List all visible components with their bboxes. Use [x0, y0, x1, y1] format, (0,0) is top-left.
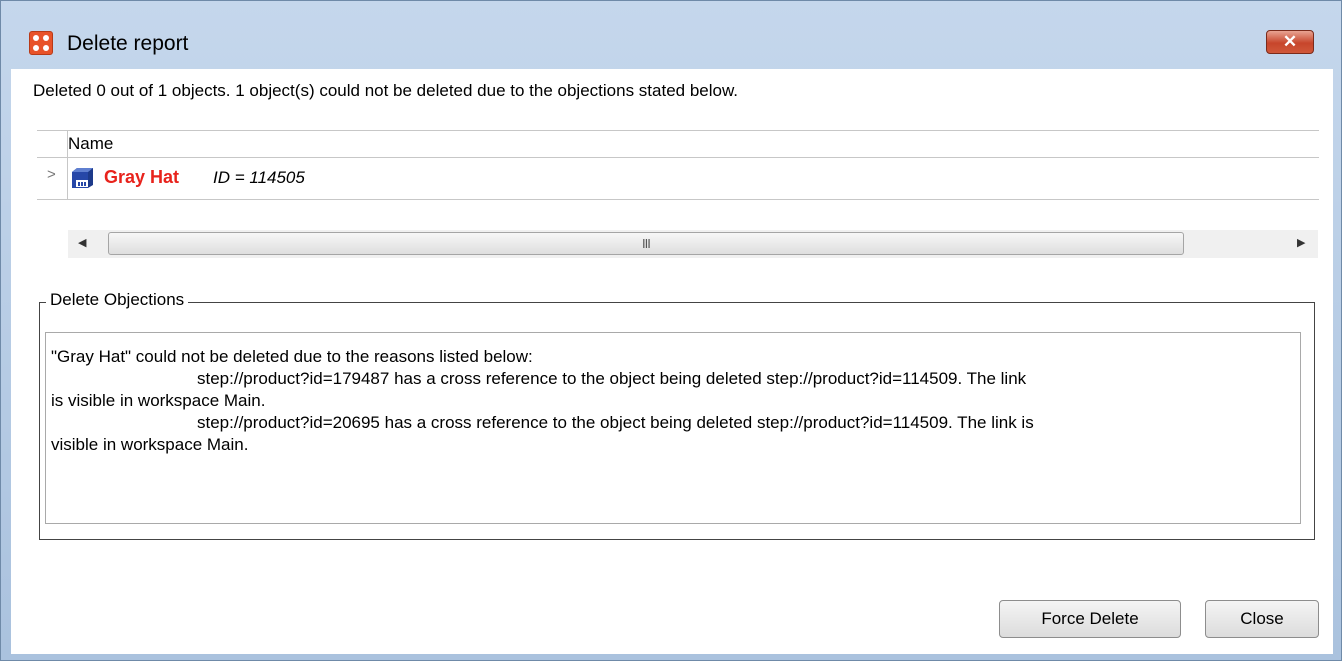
delete-report-window: Delete report ✕ Deleted 0 out of 1 objec… [0, 0, 1342, 661]
product-icon [72, 168, 93, 188]
objection-line: is visible in workspace Main. [51, 391, 266, 410]
window-close-button[interactable]: ✕ [1266, 30, 1314, 54]
objection-line: step://product?id=179487 has a cross ref… [197, 369, 1027, 388]
objection-line: "Gray Hat" could not be deleted due to t… [51, 347, 533, 366]
group-legend: Delete Objections [46, 290, 189, 310]
grip-icon: III [642, 236, 651, 251]
row-id: ID = 114505 [213, 168, 305, 187]
close-icon: ✕ [1282, 32, 1298, 51]
grid-divider [37, 157, 1319, 158]
objection-line: step://product?id=20695 has a cross refe… [197, 413, 1034, 432]
row-name: Gray Hat [104, 167, 180, 187]
scrollbar-thumb[interactable]: III [108, 232, 1184, 255]
close-button[interactable]: Close [1205, 600, 1319, 638]
horizontal-scrollbar[interactable]: ◀ III ▶ [68, 230, 1318, 258]
scroll-right-arrow-icon[interactable]: ▶ [1297, 236, 1305, 249]
expand-chevron-icon[interactable]: > [47, 166, 56, 183]
force-delete-button[interactable]: Force Delete [999, 600, 1181, 638]
delete-objections-group: Delete Objections "Gray Hat" could not b… [39, 290, 1315, 540]
dialog-content: Deleted 0 out of 1 objects. 1 object(s) … [11, 69, 1333, 654]
objection-line: visible in workspace Main. [51, 435, 249, 454]
objections-text-area[interactable]: "Gray Hat" could not be deleted due to t… [45, 332, 1301, 524]
column-header-name[interactable]: Name [68, 134, 113, 154]
app-icon [29, 31, 53, 55]
window-title: Delete report [67, 32, 189, 55]
objects-grid: Name > Gray Hat ID = 114505 [37, 130, 1319, 200]
title-bar[interactable] [1, 1, 1341, 45]
summary-text: Deleted 0 out of 1 objects. 1 object(s) … [33, 81, 739, 100]
scroll-left-arrow-icon[interactable]: ◀ [78, 236, 86, 249]
